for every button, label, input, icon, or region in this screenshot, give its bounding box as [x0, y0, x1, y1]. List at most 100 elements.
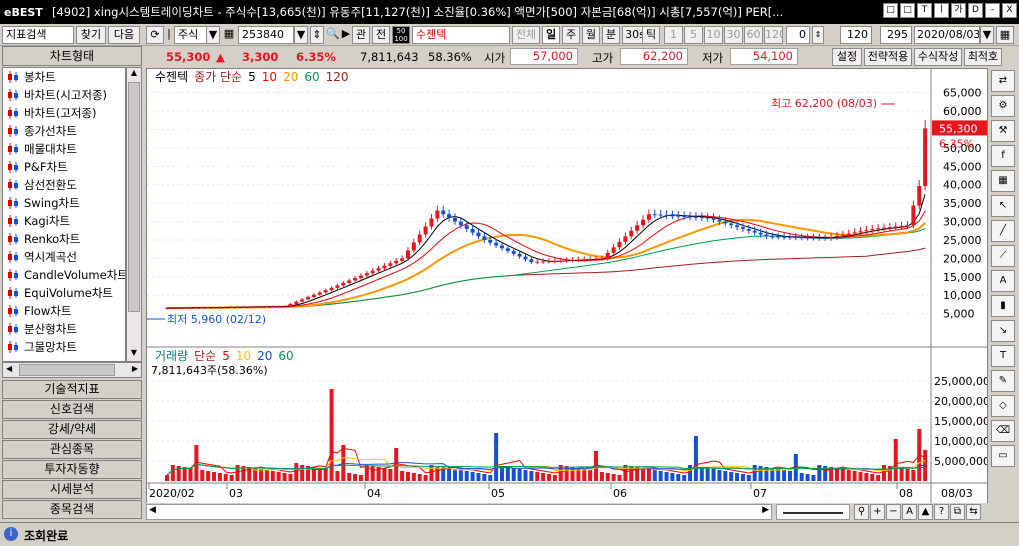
info-button-2[interactable]: 수식작성 [914, 48, 962, 66]
chart-tool-icon-4[interactable]: ▲ [918, 504, 933, 520]
line-icon[interactable]: ╱ [991, 220, 1015, 242]
scroll-right-icon[interactable]: ▶ [132, 364, 138, 373]
channel-icon[interactable]: ▮ [991, 295, 1015, 317]
sidebar-button-1[interactable]: 신호검색 [2, 400, 142, 419]
period-tab-5[interactable]: 틱 [642, 26, 660, 44]
period-tab-3[interactable]: 분 [602, 26, 620, 44]
pen-icon[interactable]: ✎ [991, 370, 1015, 392]
interval-stepper[interactable]: ⇕ [812, 26, 824, 44]
find-button[interactable]: 찾기 [76, 26, 106, 44]
window-button-1[interactable]: □ [900, 3, 915, 18]
chart-type-item[interactable]: 바차트(고저종) [3, 104, 125, 122]
chart-tool-icon-1[interactable]: + [870, 504, 885, 520]
link-icon[interactable]: ⇄ [991, 70, 1015, 92]
chart-tool-icon-3[interactable]: A [902, 504, 917, 520]
play-icon[interactable]: ▶ [340, 26, 352, 44]
calendar-icon[interactable]: ▦ [996, 26, 1014, 44]
date-input[interactable]: 2020/08/03 [914, 26, 980, 44]
scroll-left-icon[interactable]: ◀ [149, 505, 156, 515]
next-button[interactable]: 다음 [108, 26, 140, 44]
chart-horizontal-scrollbar[interactable]: ◀ ▶ [146, 504, 772, 520]
sidebar-button-2[interactable]: 강세/약세 [2, 420, 142, 439]
formula-icon[interactable]: f [991, 145, 1015, 167]
indicator-search-input[interactable]: 지표검색 [2, 26, 74, 44]
chart-type-item[interactable]: 봉차트 [3, 68, 125, 86]
auto-icon[interactable]: A [991, 270, 1015, 292]
interval-button-0[interactable]: 1 [664, 26, 683, 44]
date-dropdown-icon[interactable]: ▼ [980, 26, 994, 44]
chart-tool-icon-2[interactable]: − [886, 504, 901, 520]
info-button-3[interactable]: 최적호 [964, 48, 1002, 66]
gear-icon[interactable]: ⚙ [991, 95, 1015, 117]
sidebar-button-0[interactable]: 기술적지표 [2, 380, 142, 399]
chart-type-item[interactable]: Swing차트 [3, 194, 125, 212]
related-button[interactable]: 관 [352, 26, 370, 44]
info-button-1[interactable]: 전략적용 [864, 48, 912, 66]
count2-input[interactable]: 295 [880, 26, 912, 44]
chart-type-item[interactable]: Flow차트 [3, 302, 125, 320]
period-tab-1[interactable]: 주 [562, 26, 580, 44]
chart-type-item[interactable]: EquiVolume차트 [3, 284, 125, 302]
window-button-5[interactable]: D [968, 3, 983, 18]
chart-tool-icon-5[interactable]: ? [934, 504, 949, 520]
scroll-down-icon[interactable]: ▼ [128, 348, 140, 361]
code-stepper[interactable]: ⇕ [310, 26, 324, 44]
window-button-6[interactable]: - [985, 3, 1000, 18]
chart-type-item[interactable]: 역시계곡선 [3, 248, 125, 266]
sidebar-horizontal-scrollbar[interactable]: ◀ ▶ [2, 362, 142, 378]
chart-tool-icon-0[interactable]: ⚲ [854, 504, 869, 520]
scroll-up-icon[interactable]: ▲ [128, 68, 140, 81]
chart-type-item[interactable]: 종가선차트 [3, 122, 125, 140]
scroll-left-icon[interactable]: ◀ [6, 364, 12, 373]
text-icon[interactable]: T [991, 345, 1015, 367]
window-button-0[interactable]: □ [883, 3, 898, 18]
window-button-2[interactable]: T [917, 3, 932, 18]
chart-svg[interactable]: 65,00060,00055,00050,00045,00040,00035,0… [147, 69, 987, 503]
interval-input[interactable]: 0 [786, 26, 810, 44]
scroll-thumb[interactable] [128, 82, 140, 312]
sidebar-vertical-scrollbar[interactable]: ▲ ▼ [126, 67, 142, 362]
chart-type-item[interactable]: 그물망차트 [3, 338, 125, 356]
chevron-down-icon[interactable]: ▼ [206, 26, 220, 44]
window-button-7[interactable]: X [1002, 3, 1017, 18]
shape-icon[interactable]: ▭ [991, 445, 1015, 467]
zoom-slider[interactable] [776, 504, 850, 520]
scroll-right-icon[interactable]: ▶ [762, 505, 769, 515]
badge-50-100[interactable]: 50 100 [392, 26, 410, 44]
chart-type-item[interactable]: Kagi차트 [3, 212, 125, 230]
period-tab-2[interactable]: 월 [582, 26, 600, 44]
sidebar-button-4[interactable]: 투자자동향 [2, 460, 142, 479]
hscroll-thumb[interactable] [19, 364, 115, 376]
all-button[interactable]: 전체 [512, 26, 540, 44]
interval-button-5[interactable]: 120 [764, 26, 783, 44]
stock-code-input[interactable]: 253840 [238, 26, 294, 44]
interval-button-4[interactable]: 60 [744, 26, 763, 44]
chart-area[interactable]: 65,00060,00055,00050,00045,00040,00035,0… [146, 68, 988, 520]
tool-icon[interactable]: ⚒ [991, 120, 1015, 142]
chart-type-item[interactable]: Renko차트 [3, 230, 125, 248]
sidebar-button-3[interactable]: 관심종목 [2, 440, 142, 459]
chart-type-item[interactable]: 바차트(시고저종) [3, 86, 125, 104]
erase-all-icon[interactable]: ⌫ [991, 420, 1015, 442]
chart-type-item[interactable]: 삼선전환도 [3, 176, 125, 194]
sidebar-button-5[interactable]: 시세분석 [2, 480, 142, 499]
refresh-icon[interactable]: ⟳ [146, 26, 164, 44]
interval-button-3[interactable]: 30 [724, 26, 743, 44]
window-button-4[interactable]: 가 [951, 3, 966, 18]
chart-tool-icon-6[interactable]: ⧉ [950, 504, 965, 520]
eraser-icon[interactable]: ◇ [991, 395, 1015, 417]
chart-type-item[interactable]: 분산형차트 [3, 320, 125, 338]
chart-tool-icon-7[interactable]: ⇆ [966, 504, 981, 520]
interval-button-2[interactable]: 10 [704, 26, 723, 44]
full-button[interactable]: 전 [372, 26, 390, 44]
cursor-icon[interactable]: ↖ [991, 195, 1015, 217]
period-tab-0[interactable]: 일 [542, 26, 560, 44]
chart-type-item[interactable]: CandleVolume차트 [3, 266, 125, 284]
arrow-icon[interactable]: ↘ [991, 320, 1015, 342]
info-button-0[interactable]: 설정 [832, 48, 862, 66]
chart-type-item[interactable]: P&F차트 [3, 158, 125, 176]
chart-type-item[interactable]: 매물대차트 [3, 140, 125, 158]
code-dropdown-icon[interactable]: ▼ [294, 26, 308, 44]
search-icon[interactable]: 🔍 [326, 26, 340, 44]
sidebar-button-6[interactable]: 종목검색 [2, 500, 142, 519]
